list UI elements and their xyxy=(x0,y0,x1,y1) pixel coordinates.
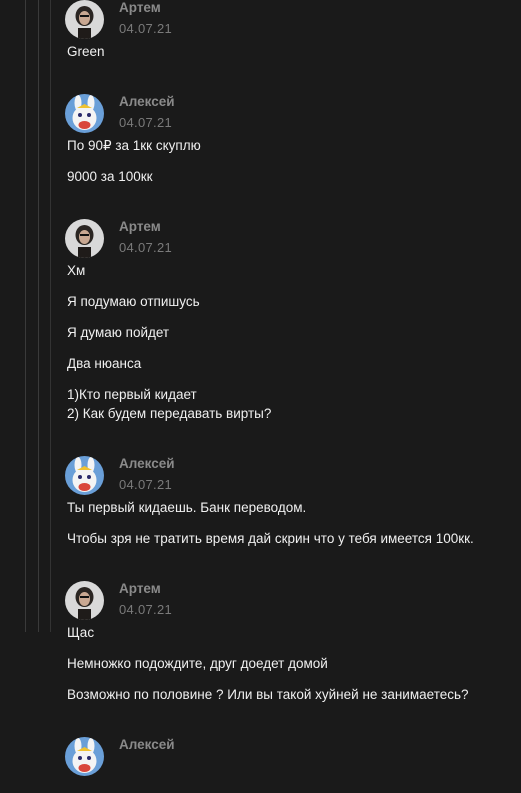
message: Алексей 04.07.21 По 90₽ за 1кк скуплю 90… xyxy=(0,75,521,186)
message: Артем 04.07.21 Щас Немножко подождите, д… xyxy=(0,562,521,704)
message-text: По 90₽ за 1кк скуплю xyxy=(67,138,201,153)
message-header: Артем 04.07.21 xyxy=(119,219,513,261)
message-text: Щас xyxy=(67,625,95,640)
message-text: Я подумаю отпишусь xyxy=(67,294,200,309)
avatar[interactable] xyxy=(65,94,104,133)
message-date: 04.07.21 xyxy=(119,240,173,255)
message-body: Щас Немножко подождите, друг доедет домо… xyxy=(67,623,513,704)
message-body: По 90₽ за 1кк скуплю 9000 за 100кк xyxy=(67,136,513,186)
person-photo-icon xyxy=(65,581,104,620)
message-header: Артем 04.07.21 xyxy=(119,0,513,42)
message-text: Возможно по половине ? Или вы такой хуйн… xyxy=(67,687,469,702)
message-list: Артем 04.07.21 Green Алексей 04.07.21 По… xyxy=(0,0,521,793)
avatar[interactable] xyxy=(65,456,104,495)
message-text: Я думаю пойдет xyxy=(67,325,170,340)
message-text: Хм xyxy=(67,263,86,278)
message: Артем 04.07.21 Хм Я подумаю отпишусь Я д… xyxy=(0,200,521,423)
message-date: 04.07.21 xyxy=(119,477,173,492)
message-date: 04.07.21 xyxy=(119,602,173,617)
message-body: Хм Я подумаю отпишусь Я думаю пойдет Два… xyxy=(67,261,513,423)
message-body: Green xyxy=(67,42,513,61)
message-text: Чтобы зря не тратить время дай скрин что… xyxy=(67,531,474,546)
message-header: Алексей 04.07.21 xyxy=(119,456,513,498)
message: Алексей 04.07.21 Ты первый кидаешь. Банк… xyxy=(0,437,521,548)
message-date: 04.07.21 xyxy=(119,115,173,130)
message-date: 04.07.21 xyxy=(119,21,173,36)
author-name[interactable]: Алексей xyxy=(119,737,513,753)
person-photo-icon xyxy=(65,219,104,258)
author-name[interactable]: Алексей xyxy=(119,456,513,472)
person-photo-icon xyxy=(65,0,104,39)
author-name[interactable]: Артем xyxy=(119,219,513,235)
message: Алексей xyxy=(0,718,521,779)
bunny-mascot-icon xyxy=(65,456,104,495)
bunny-mascot-icon xyxy=(65,94,104,133)
message-text: Немножко подождите, друг доедет домой xyxy=(67,656,328,671)
author-name[interactable]: Алексей xyxy=(119,94,513,110)
avatar[interactable] xyxy=(65,581,104,620)
bunny-mascot-icon xyxy=(65,737,104,776)
message-header: Алексей xyxy=(119,737,513,779)
avatar[interactable] xyxy=(65,737,104,776)
message-text: 9000 за 100кк xyxy=(67,169,153,184)
message-text: Два нюанса xyxy=(67,356,142,371)
message-header: Артем 04.07.21 xyxy=(119,581,513,623)
avatar[interactable] xyxy=(65,0,104,39)
avatar[interactable] xyxy=(65,219,104,258)
author-name[interactable]: Артем xyxy=(119,0,513,16)
message-text: Ты первый кидаешь. Банк переводом. xyxy=(67,500,307,515)
author-name[interactable]: Артем xyxy=(119,581,513,597)
message-body: Ты первый кидаешь. Банк переводом. Чтобы… xyxy=(67,498,513,548)
message-text: 1)Кто первый кидает 2) Как будем передав… xyxy=(67,387,272,421)
message-text: Green xyxy=(67,44,105,59)
message-header: Алексей 04.07.21 xyxy=(119,94,513,136)
message: Артем 04.07.21 Green xyxy=(0,0,521,61)
